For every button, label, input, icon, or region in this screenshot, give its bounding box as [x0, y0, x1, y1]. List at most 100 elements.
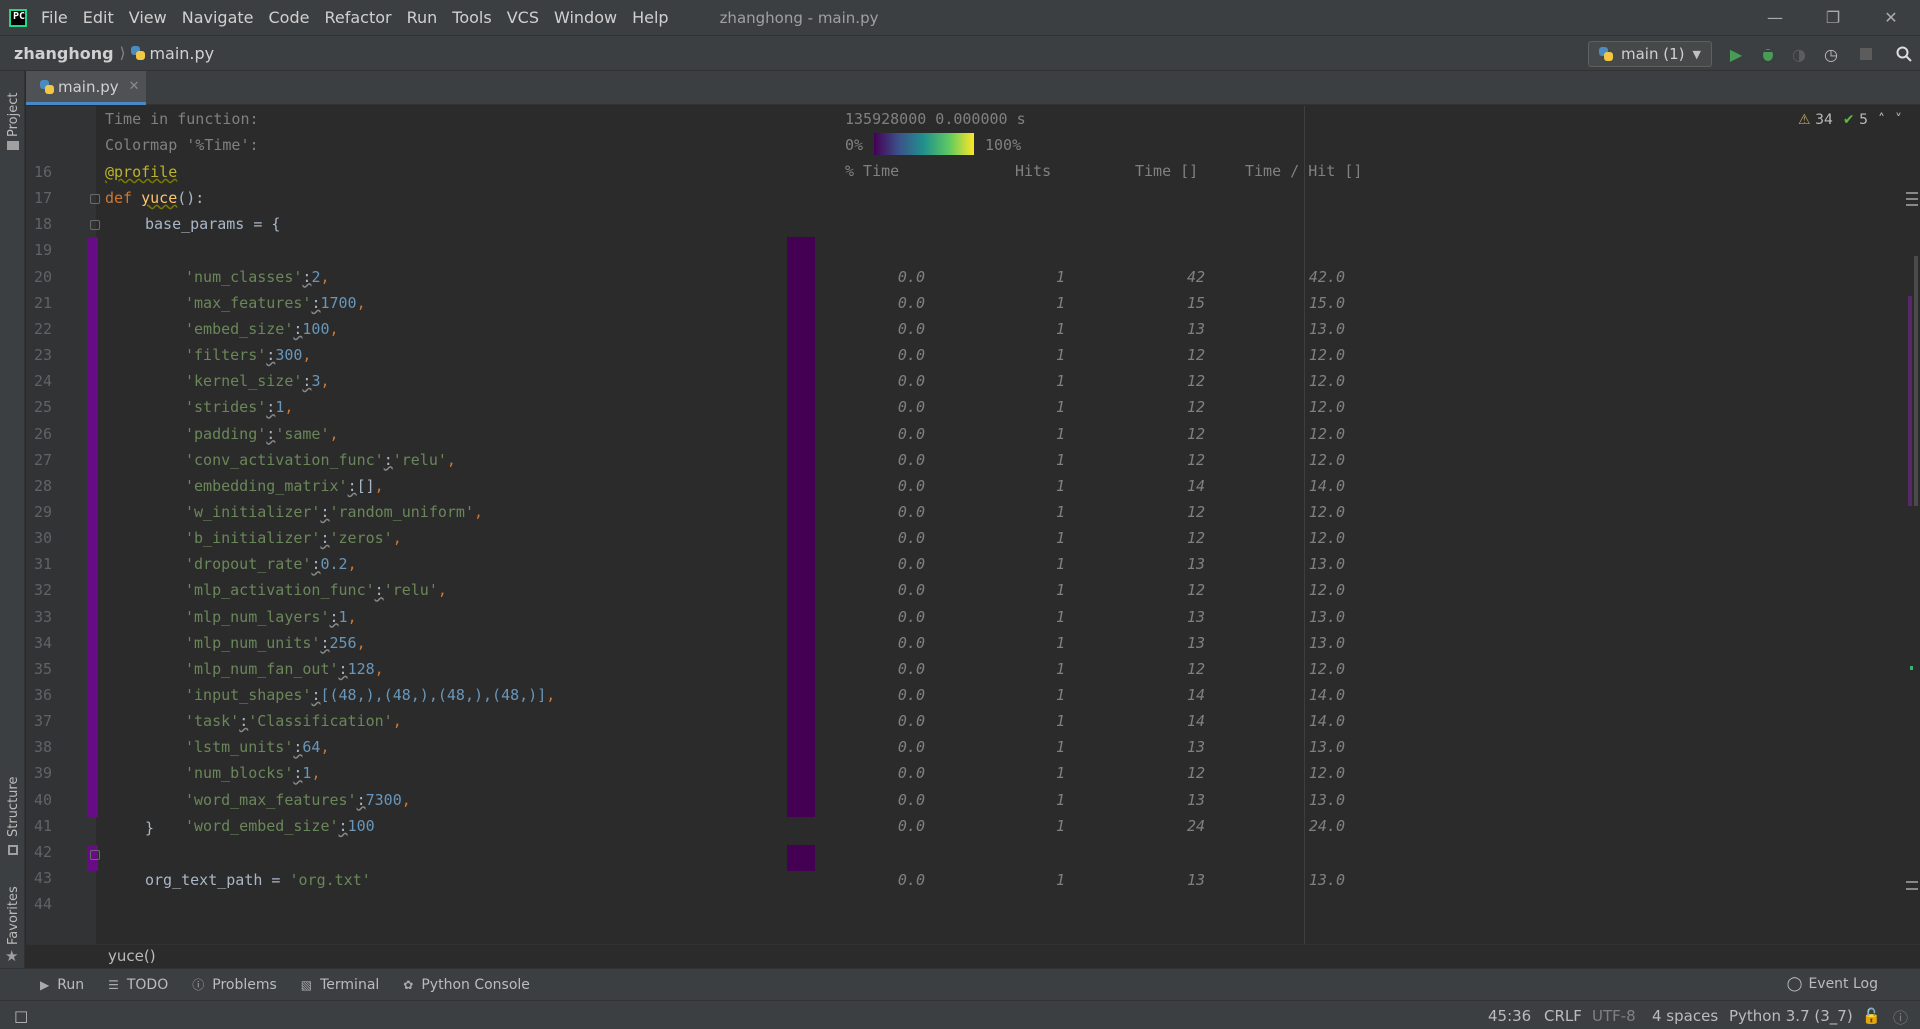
- run-configuration-select[interactable]: main (1) ▼: [1588, 41, 1712, 67]
- code-line: 'kernel_size':3,: [185, 372, 330, 390]
- project-tool-tab[interactable]: Project: [0, 79, 25, 150]
- menu-help[interactable]: Help: [632, 8, 668, 27]
- close-icon[interactable]: ✕: [1862, 0, 1920, 35]
- weak-warning-count[interactable]: ✔ 5: [1843, 112, 1868, 128]
- fold-icon[interactable]: [90, 194, 100, 204]
- menu-code[interactable]: Code: [269, 8, 310, 27]
- line-number[interactable]: 23: [26, 346, 52, 364]
- line-number[interactable]: 38: [26, 738, 52, 756]
- warning-icon: ⚠: [1798, 112, 1811, 128]
- stat-time-per-hit: 15.0: [1308, 293, 1345, 312]
- scrollbar-thumb[interactable]: [1914, 256, 1918, 506]
- line-number[interactable]: 39: [26, 764, 52, 782]
- line-number[interactable]: 16: [26, 163, 52, 181]
- line-number[interactable]: 35: [26, 660, 52, 678]
- search-icon[interactable]: [1894, 44, 1914, 64]
- file-encoding[interactable]: UTF-8: [1592, 1007, 1636, 1025]
- line-number[interactable]: 25: [26, 398, 52, 416]
- close-tab-icon[interactable]: ✕: [129, 79, 140, 94]
- line-number[interactable]: 33: [26, 608, 52, 626]
- chevron-down-icon[interactable]: ˅: [1895, 112, 1902, 128]
- lock-icon[interactable]: 🔓: [1862, 1007, 1881, 1025]
- inspection-widget[interactable]: ⚠ 34 ✔ 5 ˄ ˅: [1798, 112, 1902, 128]
- python-interpreter[interactable]: Python 3.7 (3_7): [1729, 1007, 1853, 1025]
- line-number[interactable]: 19: [26, 241, 52, 259]
- caret-position[interactable]: 45:36: [1488, 1007, 1531, 1025]
- line-number[interactable]: 42: [26, 843, 52, 861]
- menu-run[interactable]: Run: [407, 8, 438, 27]
- tool-tab-problems[interactable]: ⓘ Problems: [192, 976, 277, 993]
- line-number[interactable]: 44: [26, 895, 52, 913]
- breadcrumb-file[interactable]: main.py: [131, 44, 214, 63]
- line-number[interactable]: 28: [26, 477, 52, 495]
- stat-time-per-hit: 13.0: [1308, 319, 1345, 338]
- stat-hits: 1: [1055, 581, 1065, 600]
- line-number[interactable]: 37: [26, 712, 52, 730]
- run-icon[interactable]: ▶: [1726, 44, 1746, 64]
- menu-window[interactable]: Window: [554, 8, 617, 27]
- profile-icon[interactable]: ◷: [1821, 44, 1841, 64]
- line-number[interactable]: 21: [26, 294, 52, 312]
- navigation-bar: zhanghong ⟩ main.py main (1) ▼ ▶ ◑ ◷: [0, 35, 1920, 71]
- stat-time: 13: [1186, 871, 1205, 889]
- line-separator[interactable]: CRLF: [1544, 1007, 1582, 1025]
- code-editor[interactable]: Time in function: 135928000 0.000000 s C…: [26, 106, 1920, 944]
- dict-key: 'dropout_rate': [185, 555, 312, 574]
- code-line: 'num_classes':2,: [185, 268, 330, 286]
- tab-label: main.py: [58, 77, 119, 96]
- menu-view[interactable]: View: [129, 8, 167, 27]
- help-icon[interactable]: ⓘ: [1893, 1007, 1908, 1028]
- line-number[interactable]: 22: [26, 320, 52, 338]
- tool-tab-terminal[interactable]: ▧ Terminal: [301, 977, 380, 993]
- star-icon: ★: [5, 947, 19, 965]
- line-number[interactable]: 41: [26, 817, 52, 835]
- line-number[interactable]: 43: [26, 869, 52, 887]
- restore-icon[interactable]: ❐: [1804, 0, 1862, 35]
- menu-tools[interactable]: Tools: [452, 8, 491, 27]
- line-number[interactable]: 20: [26, 268, 52, 286]
- line-number[interactable]: 17: [26, 189, 52, 207]
- line-number[interactable]: 18: [26, 215, 52, 233]
- menu-vcs[interactable]: VCS: [507, 8, 539, 27]
- minimize-icon[interactable]: —: [1746, 0, 1804, 35]
- event-log-button[interactable]: ◯ Event Log: [1787, 976, 1878, 992]
- structure-tool-tab[interactable]: Structure: [0, 771, 25, 861]
- line-number[interactable]: 32: [26, 581, 52, 599]
- tool-tab-python-console[interactable]: ✿ Python Console: [403, 977, 530, 993]
- line-number[interactable]: 36: [26, 686, 52, 704]
- chevron-up-icon[interactable]: ˄: [1878, 112, 1885, 128]
- line-number[interactable]: 24: [26, 372, 52, 390]
- line-number[interactable]: 34: [26, 634, 52, 652]
- line-number[interactable]: 30: [26, 529, 52, 547]
- menu-edit[interactable]: Edit: [83, 8, 114, 27]
- line-number[interactable]: 40: [26, 791, 52, 809]
- stat-time: 13: [1186, 607, 1205, 626]
- tool-tab-run[interactable]: ▶ Run: [40, 977, 84, 993]
- dict-value: 7300: [365, 790, 402, 809]
- code-line: 'embed_size':100,: [185, 320, 339, 338]
- code-breadcrumb[interactable]: yuce(): [26, 944, 1920, 968]
- debug-icon[interactable]: [1758, 44, 1778, 64]
- favorites-tool-tab[interactable]: Favorites ★: [0, 881, 25, 965]
- breadcrumb-project[interactable]: zhanghong: [14, 44, 114, 63]
- indent-setting[interactable]: 4 spaces: [1652, 1007, 1718, 1025]
- coverage-icon[interactable]: ◑: [1789, 44, 1809, 64]
- warning-count[interactable]: ⚠ 34: [1798, 112, 1833, 128]
- stop-icon[interactable]: [1856, 44, 1876, 64]
- fold-icon[interactable]: [90, 850, 100, 860]
- menu-refactor[interactable]: Refactor: [324, 8, 391, 27]
- line-number[interactable]: 31: [26, 555, 52, 573]
- toggle-tool-windows-icon[interactable]: □: [14, 1007, 28, 1025]
- line-number[interactable]: 29: [26, 503, 52, 521]
- menu-file[interactable]: File: [41, 8, 68, 27]
- menu-navigate[interactable]: Navigate: [182, 8, 254, 27]
- tab-main-py[interactable]: main.py ✕: [26, 71, 146, 105]
- fold-icon[interactable]: [90, 220, 100, 230]
- stat-time-per-hit: 12.0: [1308, 424, 1345, 443]
- tool-tab-todo[interactable]: ☰ TODO: [108, 977, 168, 993]
- line-number[interactable]: 27: [26, 451, 52, 469]
- status-bar: □ 45:36 CRLF UTF-8 4 spaces Python 3.7 (…: [0, 1000, 1920, 1029]
- dict-value: 100: [347, 816, 375, 835]
- line-number[interactable]: 26: [26, 425, 52, 443]
- error-stripe[interactable]: [1906, 106, 1920, 944]
